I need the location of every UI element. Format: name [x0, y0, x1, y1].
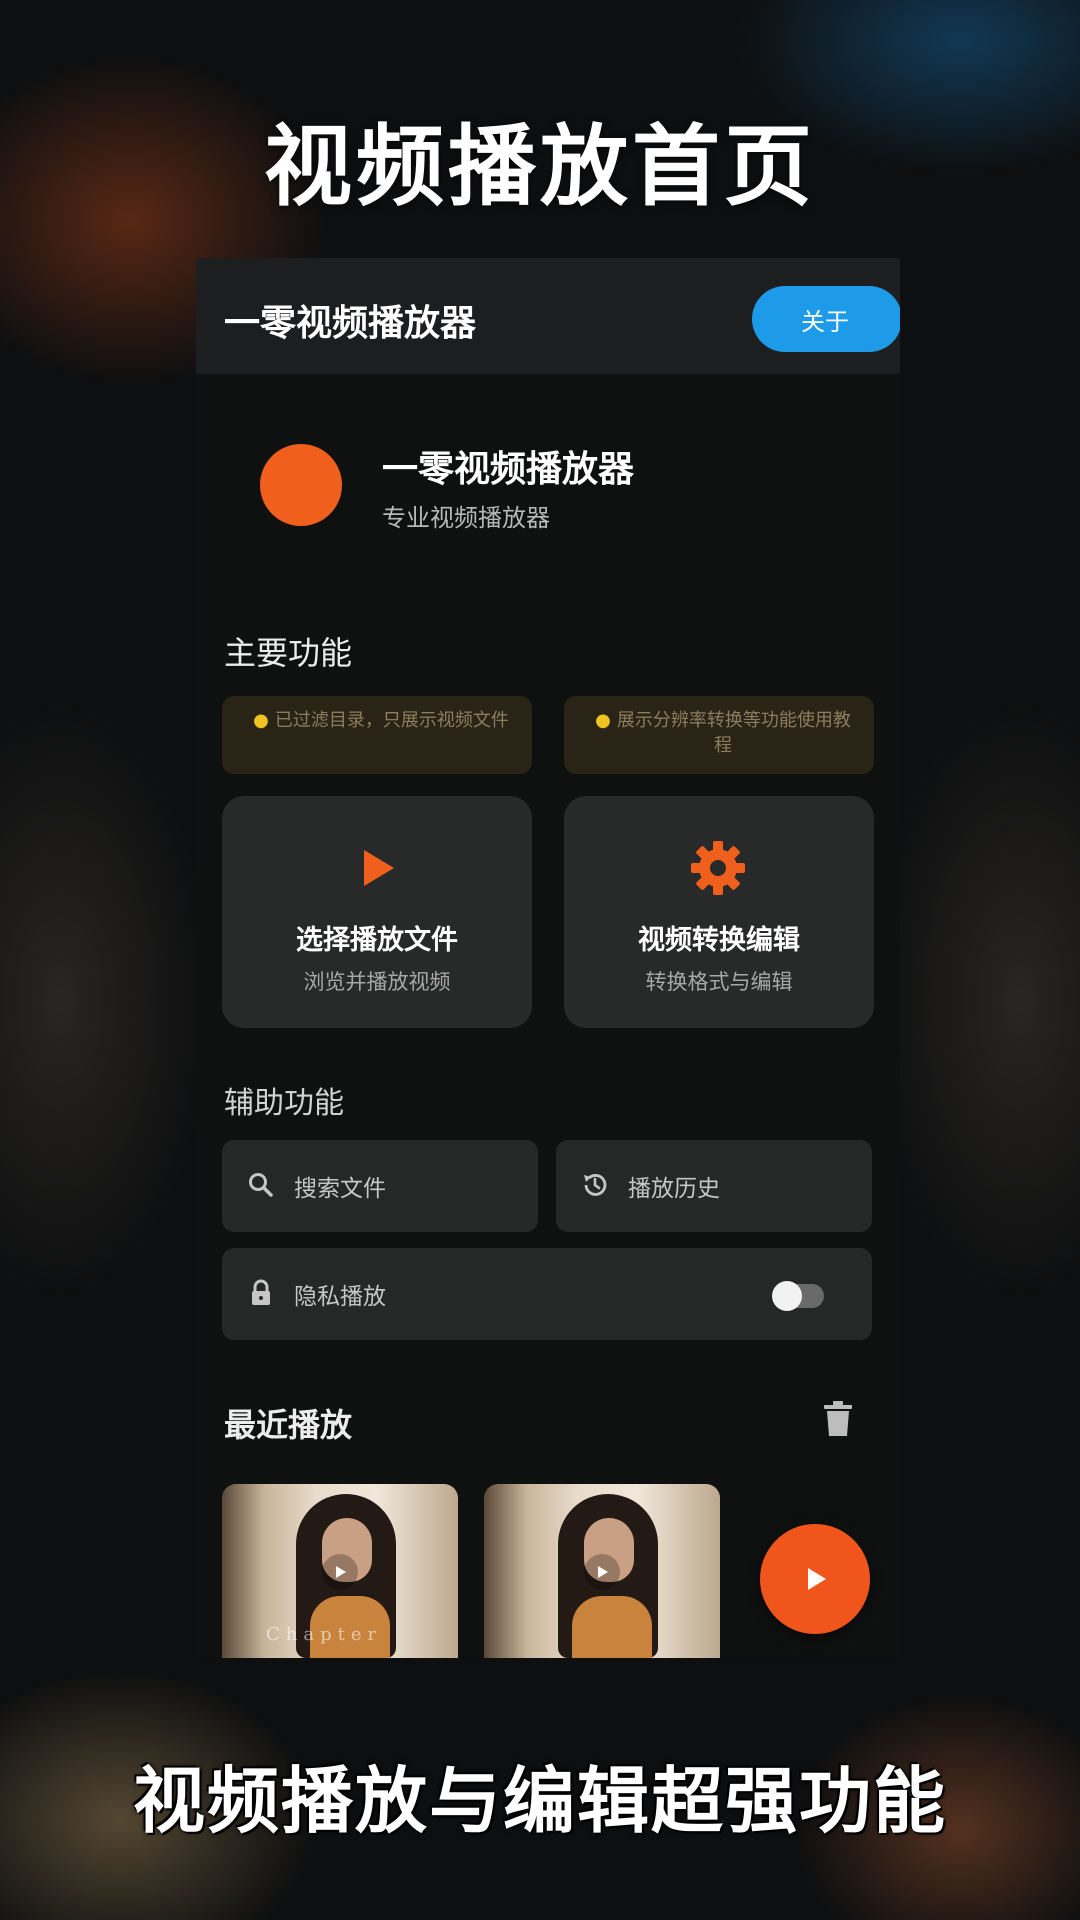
play-icon [322, 1554, 358, 1590]
recent-video-thumbnail[interactable]: Chapter [222, 1484, 458, 1658]
overlay-headline: 视频播放首页 [263, 115, 816, 218]
feature-subtitle: 浏览并播放视频 [303, 970, 451, 994]
toggle-knob [772, 1281, 802, 1311]
app-logo [260, 444, 342, 526]
overlay-caption: 视频播放与编辑超强功能 [132, 1759, 947, 1843]
app-bar-title: 一零视频播放器 [224, 303, 477, 344]
private-play-toggle[interactable] [772, 1281, 824, 1311]
feature-subtitle: 转换格式与编辑 [645, 970, 793, 994]
private-play-row: 隐私播放 [222, 1248, 872, 1340]
play-history-button[interactable]: 播放历史 [556, 1140, 872, 1232]
tip-text: 已过滤目录，只展示视频文件 [274, 710, 509, 731]
floating-play-button[interactable] [760, 1524, 870, 1634]
about-button[interactable]: 关于 [752, 286, 900, 352]
thumbnail-body [572, 1596, 652, 1658]
tip-filter-notice: ● 已过滤目录，只展示视频文件 [222, 696, 532, 774]
app-name: 一零视频播放器 [382, 449, 635, 490]
recent-video-thumbnail[interactable] [484, 1484, 720, 1658]
app-subtitle: 专业视频播放器 [382, 504, 550, 532]
play-icon [808, 1568, 826, 1590]
main-features-title: 主要功能 [224, 634, 353, 672]
lightbulb-icon: ● [253, 710, 269, 731]
lightbulb-icon: ● [595, 710, 611, 731]
feature-title: 视频转换编辑 [638, 925, 800, 956]
search-icon [249, 1173, 273, 1197]
feature-title: 选择播放文件 [296, 925, 458, 956]
history-icon [584, 1174, 607, 1196]
aux-features-title: 辅助功能 [224, 1086, 344, 1121]
play-icon [364, 850, 394, 886]
tip-tutorial-notice: ● 展示分辨率转换等功能使用教程 [564, 696, 874, 774]
search-files-button[interactable]: 搜索文件 [222, 1140, 538, 1232]
select-play-file-card[interactable]: 选择播放文件 浏览并播放视频 [222, 796, 532, 1028]
trash-icon[interactable] [822, 1400, 854, 1438]
private-play-label: 隐私播放 [294, 1284, 386, 1310]
play-icon [584, 1554, 620, 1590]
tip-text: 展示分辨率转换等功能使用教程 [616, 710, 851, 756]
lock-icon [252, 1279, 270, 1305]
search-files-label: 搜索文件 [294, 1176, 386, 1202]
recent-play-title: 最近播放 [224, 1406, 353, 1444]
thumbnail-caption: Chapter [266, 1624, 383, 1645]
app-bar: 一零视频播放器 关于 [196, 258, 900, 374]
gear-icon [691, 841, 745, 895]
play-history-label: 播放历史 [628, 1176, 720, 1202]
video-convert-edit-card[interactable]: 视频转换编辑 转换格式与编辑 [564, 796, 874, 1028]
app-screen: 一零视频播放器 关于 一零视频播放器 专业视频播放器 主要功能 ● 已过滤目录，只… [196, 258, 900, 1658]
